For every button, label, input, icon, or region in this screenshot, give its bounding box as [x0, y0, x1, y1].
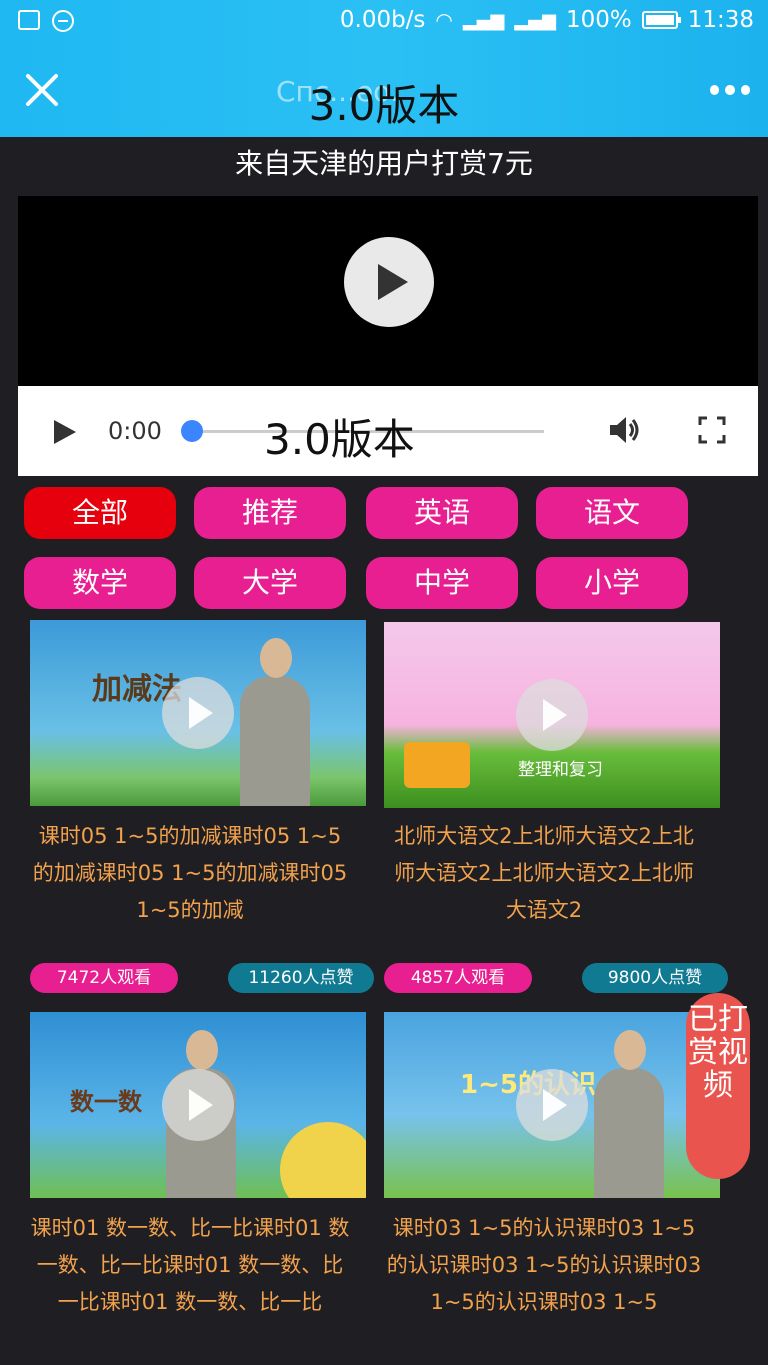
play-icon[interactable] [54, 420, 76, 444]
video-thumbnail[interactable]: 数一数 [30, 1012, 366, 1198]
thumbnail-caption: 数一数 [70, 1088, 142, 1116]
category-math[interactable]: 数学 [24, 557, 176, 609]
planet-decoration [280, 1122, 366, 1198]
status-bar: 0.00b/s ◠ ▂▄▆ ▂▄▆ 100% 11:38 [0, 0, 768, 46]
teacher-figure [594, 1030, 664, 1198]
rewarded-videos-button[interactable]: 已打赏视频 [686, 993, 750, 1179]
video-title[interactable]: 课时01 数一数、比一比课时01 数一数、比一比课时01 数一数、比一比课时01… [30, 1210, 350, 1321]
likes-count: 11260人点赞 [228, 963, 374, 993]
play-button[interactable] [344, 237, 434, 327]
video-title[interactable]: 课时03 1~5的认识课时03 1~5的认识课时03 1~5的认识课时03 1~… [384, 1210, 704, 1321]
seek-handle[interactable] [181, 420, 203, 442]
top-bar: 0.00b/s ◠ ▂▄▆ ▂▄▆ 100% 11:38 Спс...ео. 3… [0, 0, 768, 137]
signal-icon-2: ▂▄▆ [514, 9, 556, 31]
fullscreen-icon[interactable] [698, 416, 726, 444]
category-recommend[interactable]: 推荐 [194, 487, 346, 539]
video-player[interactable]: 0:00 3.0版本 [18, 196, 758, 476]
reward-banner: 来自天津的用户打赏7元 [235, 147, 533, 180]
category-university[interactable]: 大学 [194, 557, 346, 609]
category-primary-school[interactable]: 小学 [536, 557, 688, 609]
play-icon[interactable] [516, 679, 588, 751]
video-thumbnail[interactable]: 1~5的认识 [384, 1012, 720, 1198]
logo-badge [404, 742, 470, 788]
more-icon [710, 85, 720, 95]
battery-icon [641, 11, 681, 29]
play-icon[interactable] [516, 1069, 588, 1141]
current-time: 0:00 [108, 417, 162, 445]
wifi-icon: ◠ [435, 8, 453, 32]
teacher-figure [240, 638, 310, 806]
play-icon[interactable] [162, 677, 234, 749]
video-title[interactable]: 课时05 1~5的加减课时05 1~5的加减课时05 1~5的加减课时05 1~… [30, 818, 350, 929]
views-count: 4857人观看 [384, 963, 532, 993]
signal-icon: ▂▄▆ [462, 9, 505, 31]
video-title[interactable]: 北师大语文2上北师大语文2上北师大语文2上北师大语文2上北师大语文2 [384, 818, 704, 929]
category-english[interactable]: 英语 [366, 487, 518, 539]
gallery-icon [18, 10, 40, 30]
category-all[interactable]: 全部 [24, 487, 176, 539]
video-thumbnail[interactable]: 整理和复习 [384, 622, 720, 808]
category-middle-school[interactable]: 中学 [366, 557, 518, 609]
version-watermark: 3.0版本 [264, 415, 415, 464]
thumbnail-caption: 整理和复习 [518, 760, 603, 780]
volume-icon[interactable] [606, 412, 642, 448]
network-speed: 0.00b/s [339, 7, 426, 33]
battery-percent: 100% [565, 7, 632, 33]
play-icon[interactable] [162, 1069, 234, 1141]
player-controls: 0:00 3.0版本 [18, 386, 758, 476]
more-button[interactable] [710, 85, 750, 99]
views-count: 7472人观看 [30, 963, 178, 993]
category-chinese[interactable]: 语文 [536, 487, 688, 539]
notification-icon [52, 10, 74, 32]
page-title: 3.0版本 [308, 81, 460, 130]
video-thumbnail[interactable]: 加减法 [30, 620, 366, 806]
likes-count: 9800人点赞 [582, 963, 728, 993]
clock: 11:38 [687, 7, 754, 33]
